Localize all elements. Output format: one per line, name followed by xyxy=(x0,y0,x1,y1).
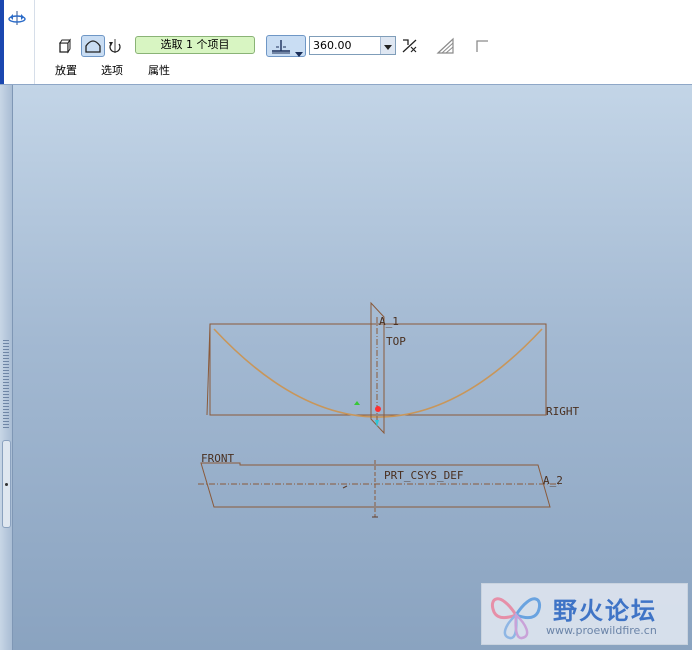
surface-button[interactable] xyxy=(81,35,105,57)
watermark-name: 野火论坛 xyxy=(553,597,657,625)
tab-placement[interactable]: 放置 xyxy=(55,64,77,78)
tab-properties[interactable]: 属性 xyxy=(148,64,170,78)
label-right: RIGHT xyxy=(546,405,579,418)
thicken-button[interactable] xyxy=(435,35,457,57)
flip-angle-button[interactable] xyxy=(399,35,421,57)
label-a2: A_2 xyxy=(543,474,563,487)
watermark-url: www.proewildfire.cn xyxy=(546,624,657,637)
solid-icon xyxy=(57,38,73,54)
angle-type-button[interactable] xyxy=(266,35,306,57)
butterfly-logo-icon xyxy=(486,588,546,646)
flip-icon xyxy=(400,37,420,55)
tab-options[interactable]: 选项 xyxy=(101,64,123,78)
sash-grip[interactable] xyxy=(3,340,9,430)
label-front: FRONT xyxy=(201,452,234,465)
angle-dropdown-button[interactable] xyxy=(380,37,395,54)
variable-angle-icon xyxy=(270,38,292,58)
remove-material-icon xyxy=(474,38,490,54)
solid-button[interactable] xyxy=(55,35,75,57)
angle-combo[interactable] xyxy=(309,36,396,55)
revolve-dashboard: 选取 1 个项目 360.00 放置 选项 属性 xyxy=(0,0,692,85)
model-canvas[interactable]: A_1 TOP RIGHT FRONT PRT_CSYS_DEF A_2 xyxy=(0,85,692,650)
axis-selection-collector[interactable]: 选取 1 个项目 xyxy=(135,36,255,54)
label-csys: PRT_CSYS_DEF xyxy=(384,469,463,482)
chevron-down-icon xyxy=(384,36,392,55)
angle-input[interactable] xyxy=(310,37,382,54)
thicken-icon xyxy=(436,37,456,55)
navigator-toggle-tab[interactable] xyxy=(2,440,11,528)
rotate-arrow-icon xyxy=(107,37,123,55)
remove-material-button[interactable] xyxy=(472,35,492,57)
surface-icon xyxy=(84,38,102,54)
dashboard-left-panel xyxy=(0,0,35,84)
label-top: TOP xyxy=(386,335,406,348)
right-datum-plane[interactable] xyxy=(209,323,547,416)
forum-watermark: 野火论坛 www.proewildfire.cn xyxy=(481,583,688,645)
sketch-curve[interactable] xyxy=(213,328,543,418)
flip-direction-button[interactable] xyxy=(106,35,124,57)
label-a1: A_1 xyxy=(379,315,399,328)
chevron-down-icon[interactable] xyxy=(295,43,303,62)
axis-marker-green xyxy=(354,401,360,405)
graphics-window[interactable]: A_1 TOP RIGHT FRONT PRT_CSYS_DEF A_2 野火论… xyxy=(0,85,692,650)
revolve-feature-icon[interactable] xyxy=(6,9,28,31)
toggle-dot-icon xyxy=(5,483,8,486)
navigator-sash[interactable] xyxy=(0,85,13,650)
selection-marker xyxy=(375,406,381,412)
